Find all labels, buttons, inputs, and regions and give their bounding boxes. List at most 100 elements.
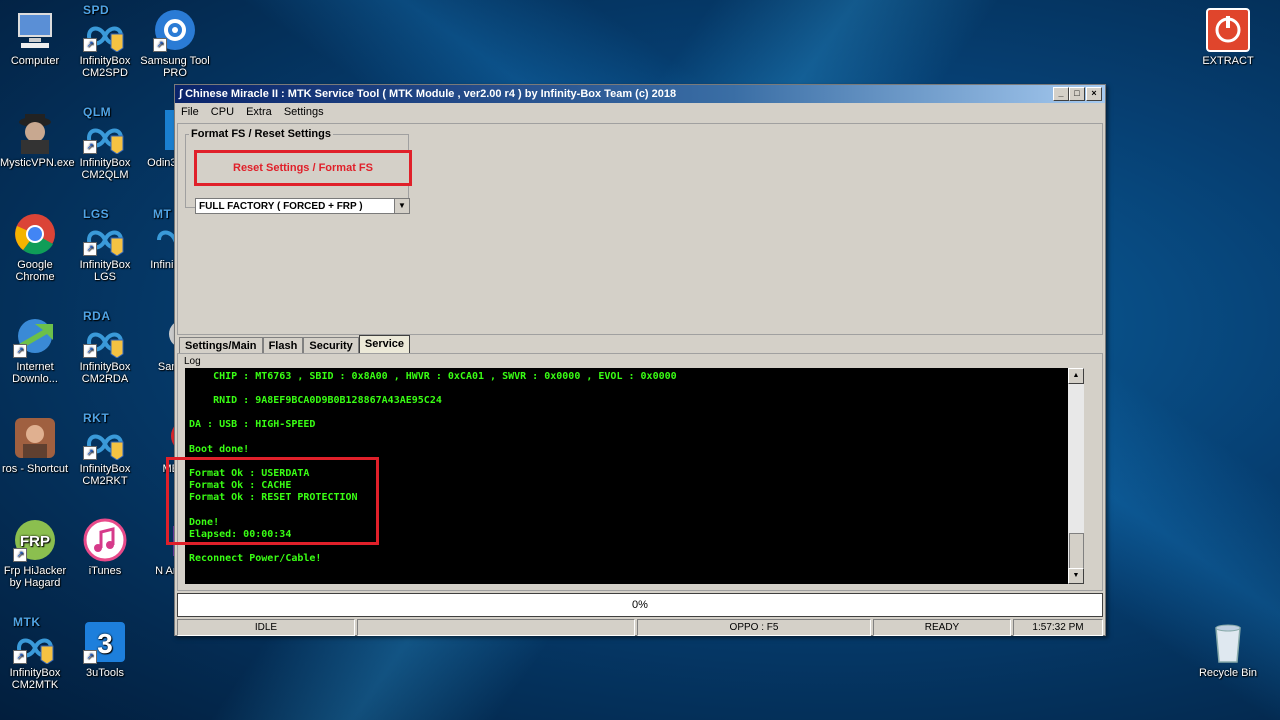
icon-tag: QLM — [83, 105, 112, 119]
shortcut-arrow-icon: ↗ — [13, 344, 27, 358]
computer-icon — [13, 8, 57, 52]
icon-tag: LGS — [83, 207, 110, 221]
tab-bar: Settings/Main Flash Security Service — [179, 335, 411, 354]
desktop-icon-label: ros - Shortcut — [1, 463, 69, 475]
shortcut-arrow-icon: ↗ — [153, 38, 167, 52]
shortcut-arrow-icon: ↗ — [83, 446, 97, 460]
svg-text:3: 3 — [97, 628, 113, 659]
tab-security[interactable]: Security — [303, 337, 359, 354]
status-clock: 1:57:32 PM — [1013, 619, 1103, 636]
desktop-icon-mysticvpn[interactable]: MysticVPN.exe — [0, 110, 75, 169]
shortcut-arrow-icon: ↗ — [83, 650, 97, 664]
desktop-icon-label: InfinityBox CM2RKT — [79, 463, 131, 487]
gear-icon: ↗ — [153, 8, 197, 52]
status-ready: READY — [873, 619, 1011, 636]
log-line: DA : USB : HIGH-SPEED — [189, 419, 316, 430]
desktop-icon-lgs[interactable]: LGS ↗ InfinityBox LGS — [70, 208, 140, 283]
tab-flash[interactable]: Flash — [262, 337, 304, 354]
log-line: RNID : 9A8EF9BCA0D9B0B128867A43AE95C24 — [189, 395, 442, 406]
shortcut-arrow-icon: ↗ — [13, 650, 27, 664]
infinity-icon: RKT ↗ — [83, 412, 127, 461]
chrome-icon — [13, 212, 57, 256]
download-icon: ↗ — [13, 314, 57, 358]
desktop-icon-label: InfinityBox CM2MTK — [9, 667, 61, 691]
service-pane: Format FS / Reset Settings Reset Setting… — [177, 123, 1103, 335]
recycle-bin-icon — [1206, 620, 1250, 664]
status-device: OPPO : F5 — [637, 619, 871, 636]
title-bar[interactable]: ∫ Chinese Miracle II : MTK Service Tool … — [175, 85, 1105, 103]
tab-settings-main[interactable]: Settings/Main — [179, 337, 263, 354]
highlight-box — [166, 457, 379, 545]
icon-tag: SPD — [83, 3, 110, 17]
desktop-icon-label: EXTRACT — [1202, 55, 1254, 67]
shortcut-arrow-icon: ↗ — [83, 140, 97, 154]
app-logo-icon: ∫ — [179, 88, 183, 100]
desktop-icon-label: Google Chrome — [15, 259, 55, 283]
desktop-icon-cm2spd[interactable]: SPD ↗ InfinityBox CM2SPD — [70, 4, 140, 79]
reset-mode-value: FULL FACTORY ( FORCED + FRP ) — [199, 201, 363, 212]
log-label: Log — [184, 356, 201, 367]
desktop-icon-cm2qlm[interactable]: QLM ↗ InfinityBox CM2QLM — [70, 106, 140, 181]
icon-tag: RKT — [83, 411, 110, 425]
desktop-icon-chrome[interactable]: Google Chrome — [0, 212, 70, 283]
desktop-icon-ros[interactable]: ros - Shortcut — [0, 416, 70, 475]
status-bar: IDLE OPPO : F5 READY 1:57:32 PM — [175, 619, 1105, 636]
icon-tag: MTK — [13, 615, 41, 629]
menu-bar: File CPU Extra Settings — [175, 103, 1105, 121]
scroll-up-icon[interactable]: ▲ — [1068, 368, 1084, 384]
icon-tag: RDA — [83, 309, 111, 323]
maximize-button[interactable]: □ — [1069, 87, 1085, 101]
status-state: IDLE — [177, 619, 355, 636]
3utools-icon: 3 ↗ — [83, 620, 127, 664]
progress-bar: 0% — [177, 593, 1103, 617]
desktop-icon-idm[interactable]: ↗ Internet Downlo... — [0, 314, 70, 385]
desktop-icon-label: Internet Downlo... — [12, 361, 58, 385]
desktop-icon-extract[interactable]: EXTRACT — [1193, 8, 1263, 67]
desktop-icon-label: Samsung Tool PRO — [140, 55, 210, 79]
desktop-icon-frp-hijacker[interactable]: FRP ↗ Frp HiJacker by Hagard — [0, 518, 70, 589]
desktop-icon-label: InfinityBox LGS — [79, 259, 131, 283]
scroll-thumb[interactable] — [1069, 533, 1084, 569]
log-line: Boot done! — [189, 444, 250, 455]
chevron-down-icon[interactable]: ▼ — [394, 199, 409, 213]
status-empty — [357, 619, 635, 636]
shortcut-arrow-icon: ↗ — [83, 38, 97, 52]
desktop-icon-label: Computer — [10, 55, 60, 67]
desktop-icon-computer[interactable]: Computer — [0, 8, 70, 67]
shortcut-arrow-icon: ↗ — [13, 548, 27, 562]
log-scrollbar[interactable]: ▲ ▼ — [1068, 368, 1084, 584]
group-title: Format FS / Reset Settings — [191, 128, 331, 140]
desktop-icon-cm2rkt[interactable]: RKT ↗ InfinityBox CM2RKT — [70, 412, 140, 487]
scroll-down-icon[interactable]: ▼ — [1068, 568, 1084, 584]
desktop-icon-3utools[interactable]: 3 ↗ 3uTools — [70, 620, 140, 679]
window-title: Chinese Miracle II : MTK Service Tool ( … — [185, 88, 677, 100]
infinity-icon: QLM ↗ — [83, 106, 127, 155]
tab-service[interactable]: Service — [358, 335, 411, 354]
spy-icon — [13, 110, 57, 154]
format-fs-group: Format FS / Reset Settings Reset Setting… — [185, 128, 412, 214]
desktop-icon-label: MysticVPN.exe — [0, 157, 75, 169]
desktop-icon-cm2mtk[interactable]: MTK ↗ InfinityBox CM2MTK — [0, 616, 70, 691]
desktop-icon-cm2rda[interactable]: RDA ↗ InfinityBox CM2RDA — [70, 310, 140, 385]
log-line: CHIP : MT6763 , SBID : 0x8A00 , HWVR : 0… — [189, 371, 677, 382]
progress-text: 0% — [632, 599, 648, 611]
menu-file[interactable]: File — [181, 106, 199, 118]
desktop-icon-label: InfinityBox CM2SPD — [79, 55, 131, 79]
desktop-icon-recycle-bin[interactable]: Recycle Bin — [1193, 620, 1263, 679]
desktop-icon-itunes[interactable]: iTunes — [70, 518, 140, 577]
close-button[interactable]: × — [1086, 87, 1102, 101]
reset-settings-button[interactable]: Reset Settings / Format FS — [194, 150, 412, 186]
desktop-icon-label: iTunes — [88, 565, 122, 577]
minimize-button[interactable]: _ — [1053, 87, 1069, 101]
reset-mode-select[interactable]: FULL FACTORY ( FORCED + FRP ) ▼ — [195, 198, 410, 214]
desktop-icon-label: Recycle Bin — [1198, 667, 1258, 679]
menu-cpu[interactable]: CPU — [211, 106, 234, 118]
desktop-icon-samsung-tool[interactable]: ↗ Samsung Tool PRO — [140, 8, 210, 79]
log-line: Reconnect Power/Cable! — [189, 553, 322, 564]
app-window: ∫ Chinese Miracle II : MTK Service Tool … — [174, 84, 1106, 636]
desktop-icon-label: InfinityBox CM2QLM — [79, 157, 131, 181]
menu-settings[interactable]: Settings — [284, 106, 324, 118]
infinity-icon: MTK ↗ — [13, 616, 57, 665]
menu-extra[interactable]: Extra — [246, 106, 272, 118]
itunes-icon — [83, 518, 127, 562]
